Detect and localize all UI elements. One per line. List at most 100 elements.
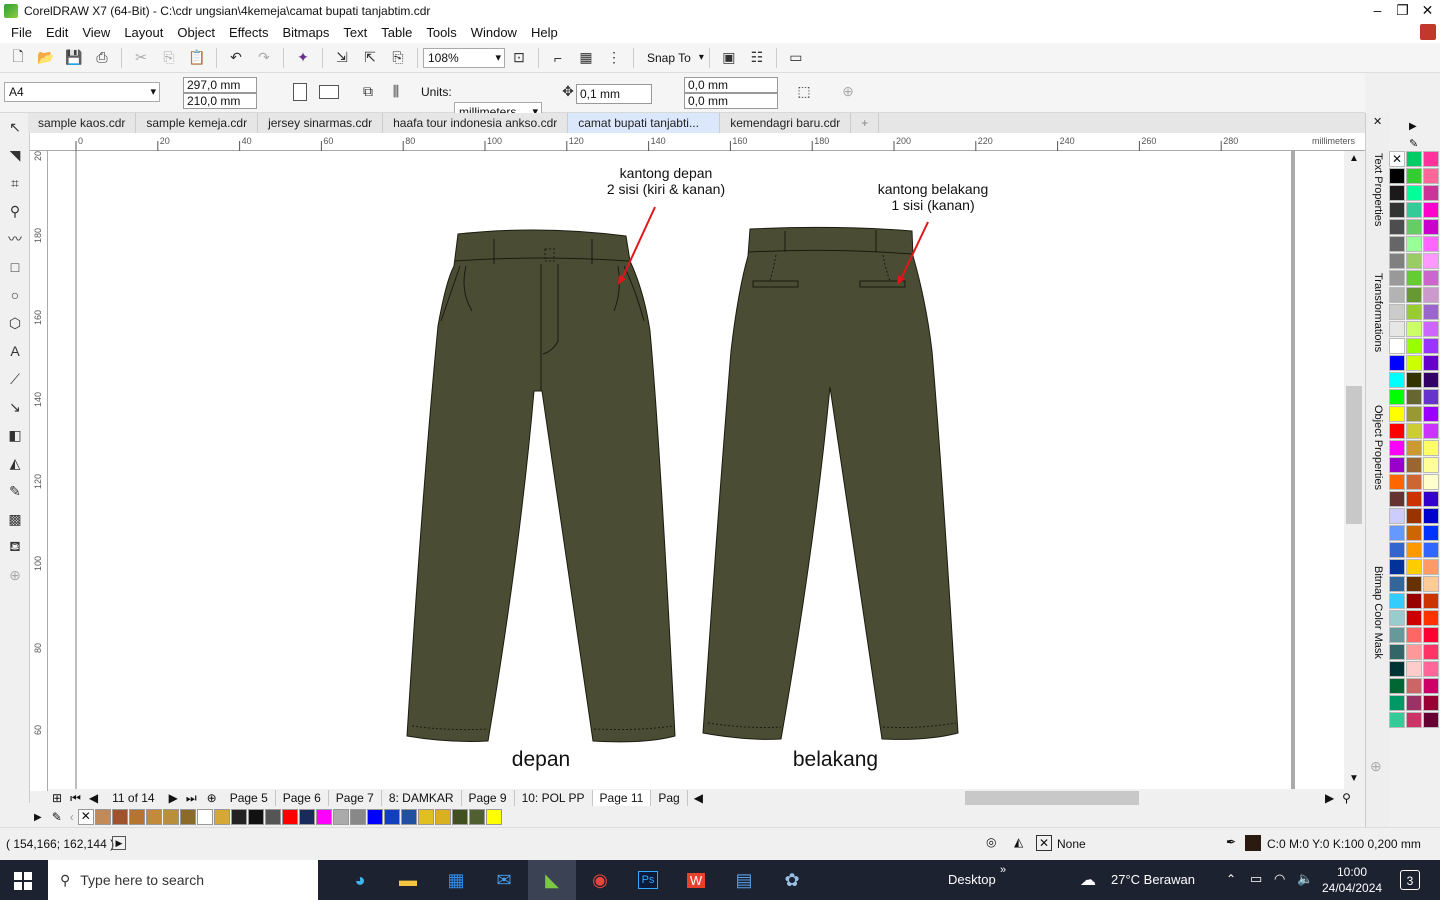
- palette-swatch[interactable]: [1423, 559, 1439, 575]
- document-palette-swatch[interactable]: [264, 809, 281, 825]
- edge-icon[interactable]: ◕: [336, 860, 384, 900]
- palette-swatch[interactable]: [1423, 695, 1439, 711]
- account-icon[interactable]: [1420, 24, 1436, 40]
- palette-swatch[interactable]: [1406, 423, 1422, 439]
- tab-sample-kemeja[interactable]: sample kemeja.cdr: [136, 113, 259, 133]
- docker-bitmap-color-mask[interactable]: Bitmap Color Mask: [1372, 566, 1384, 659]
- palette-swatch[interactable]: [1389, 168, 1405, 184]
- weather-text[interactable]: 27°C Berawan: [1111, 872, 1195, 887]
- palette-swatch[interactable]: [1406, 678, 1422, 694]
- drawing-canvas[interactable]: kantong depan 2 sisi (kiri & kanan) kanto…: [48, 151, 1344, 789]
- welcome-screen-icon[interactable]: ▣: [717, 46, 741, 70]
- tab-jersey-sinarmas[interactable]: jersey sinarmas.cdr: [258, 113, 384, 133]
- document-palette-swatch[interactable]: [162, 809, 179, 825]
- palette-swatch[interactable]: [1423, 202, 1439, 218]
- palette-swatch[interactable]: [1423, 576, 1439, 592]
- page-tab-10[interactable]: 10: POL PP: [515, 790, 593, 806]
- page-tab-11[interactable]: Page 11: [592, 790, 652, 806]
- palette-swatch[interactable]: [1406, 491, 1422, 507]
- palette-swatch[interactable]: [1406, 457, 1422, 473]
- first-page-button[interactable]: ⏮: [66, 791, 85, 806]
- export-icon[interactable]: ⇱: [358, 46, 382, 70]
- page-add-icon[interactable]: ⊞: [48, 791, 66, 805]
- photoshop-icon[interactable]: Ps: [624, 860, 672, 900]
- smart-fill-tool-icon[interactable]: ⛾: [0, 533, 30, 561]
- palette-swatch[interactable]: [1389, 695, 1405, 711]
- front-pants-drawing[interactable]: [406, 229, 676, 743]
- palette-swatch[interactable]: [1406, 542, 1422, 558]
- transparency-tool-icon[interactable]: ◭: [0, 449, 30, 477]
- page-size-combo[interactable]: A4: [4, 82, 160, 102]
- taskbar-search-box[interactable]: ⚲ Type here to search: [48, 860, 318, 900]
- document-palette-swatch[interactable]: [230, 809, 247, 825]
- document-palette-swatch[interactable]: [383, 809, 400, 825]
- cut-icon[interactable]: ✂: [129, 46, 153, 70]
- menu-effects[interactable]: Effects: [222, 25, 276, 40]
- palette-swatch[interactable]: [1423, 219, 1439, 235]
- document-palette-swatch[interactable]: [145, 809, 162, 825]
- palette-swatch[interactable]: [1406, 440, 1422, 456]
- drop-shadow-tool-icon[interactable]: ◧: [0, 421, 30, 449]
- zoom-fit-icon[interactable]: ⊡: [507, 46, 531, 70]
- palette-swatch[interactable]: [1389, 355, 1405, 371]
- document-palette-swatch[interactable]: [468, 809, 485, 825]
- chrome-icon[interactable]: ◉: [576, 860, 624, 900]
- battery-icon[interactable]: ▭: [1250, 871, 1262, 887]
- weather-icon[interactable]: ☁: [1080, 870, 1096, 890]
- new-document-icon[interactable]: 🗋: [6, 46, 30, 70]
- page-border-icon[interactable]: ⬚: [792, 79, 816, 103]
- last-page-button[interactable]: ⏭: [182, 791, 201, 806]
- palette-swatch[interactable]: [1406, 338, 1422, 354]
- palette-swatch[interactable]: [1406, 372, 1422, 388]
- palette-swatch[interactable]: [1389, 321, 1405, 337]
- docker-text-properties[interactable]: Text Properties: [1372, 153, 1384, 226]
- tab-haafa-tour[interactable]: haafa tour indonesia ankso.cdr: [383, 113, 569, 133]
- palette-swatch[interactable]: [1389, 270, 1405, 286]
- palette-swatch[interactable]: [1406, 270, 1422, 286]
- palette-swatch[interactable]: [1406, 661, 1422, 677]
- palette-swatch[interactable]: [1406, 610, 1422, 626]
- page-width-field[interactable]: 297,0 mm: [183, 77, 257, 93]
- back-pants-drawing[interactable]: [702, 226, 959, 740]
- palette-swatch[interactable]: [1389, 406, 1405, 422]
- menu-file[interactable]: File: [4, 25, 39, 40]
- print-icon[interactable]: ⎙: [90, 46, 114, 70]
- palette-swatch[interactable]: [1406, 576, 1422, 592]
- palette-swatch[interactable]: [1389, 491, 1405, 507]
- network-icon[interactable]: ◠: [1274, 871, 1285, 887]
- save-icon[interactable]: 💾: [62, 46, 86, 70]
- menu-tools[interactable]: Tools: [419, 25, 463, 40]
- palette-swatch[interactable]: [1423, 593, 1439, 609]
- parallel-dimension-tool-icon[interactable]: ⟋: [0, 365, 30, 393]
- tab-sample-kaos[interactable]: sample kaos.cdr: [28, 113, 137, 133]
- show-guidelines-icon[interactable]: ⋮: [602, 46, 626, 70]
- document-palette-swatch[interactable]: [485, 809, 502, 825]
- document-palette-swatch[interactable]: [247, 809, 264, 825]
- zoom-level-combo[interactable]: 108%: [423, 47, 505, 68]
- duplicate-y-field[interactable]: 0,0 mm: [684, 93, 778, 109]
- palette-swatch[interactable]: [1423, 253, 1439, 269]
- palette-swatch[interactable]: [1389, 372, 1405, 388]
- palette-swatch[interactable]: [1423, 355, 1439, 371]
- back-label[interactable]: belakang: [778, 748, 893, 772]
- document-palette-swatch[interactable]: [366, 809, 383, 825]
- outline-color-swatch[interactable]: [1245, 835, 1261, 851]
- volume-icon[interactable]: 🔈: [1297, 871, 1313, 887]
- palette-scroll-icon[interactable]: ▶: [28, 812, 48, 823]
- notification-icon[interactable]: 3: [1400, 870, 1420, 890]
- nudge-distance-field[interactable]: 0,1 mm: [576, 84, 652, 104]
- current-page-icon[interactable]: ⫼: [384, 79, 408, 103]
- palette-swatch[interactable]: [1423, 542, 1439, 558]
- page-tab-7[interactable]: Page 7: [329, 790, 382, 806]
- palette-swatch[interactable]: [1389, 338, 1405, 354]
- clock[interactable]: 10:00 24/04/2024: [1322, 864, 1382, 896]
- horizontal-ruler[interactable]: 0 20 40 60 80 100 120 140 160 180 200 220 240 260 280 m…: [30, 133, 1365, 151]
- palette-swatch[interactable]: [1389, 712, 1405, 728]
- palette-swatch[interactable]: [1406, 389, 1422, 405]
- palette-swatch[interactable]: [1406, 712, 1422, 728]
- palette-swatch[interactable]: [1406, 151, 1422, 167]
- palette-swatch[interactable]: [1423, 525, 1439, 541]
- palette-swatch[interactable]: [1423, 423, 1439, 439]
- palette-swatch[interactable]: [1389, 508, 1405, 524]
- prev-page-button[interactable]: ◀: [85, 791, 102, 805]
